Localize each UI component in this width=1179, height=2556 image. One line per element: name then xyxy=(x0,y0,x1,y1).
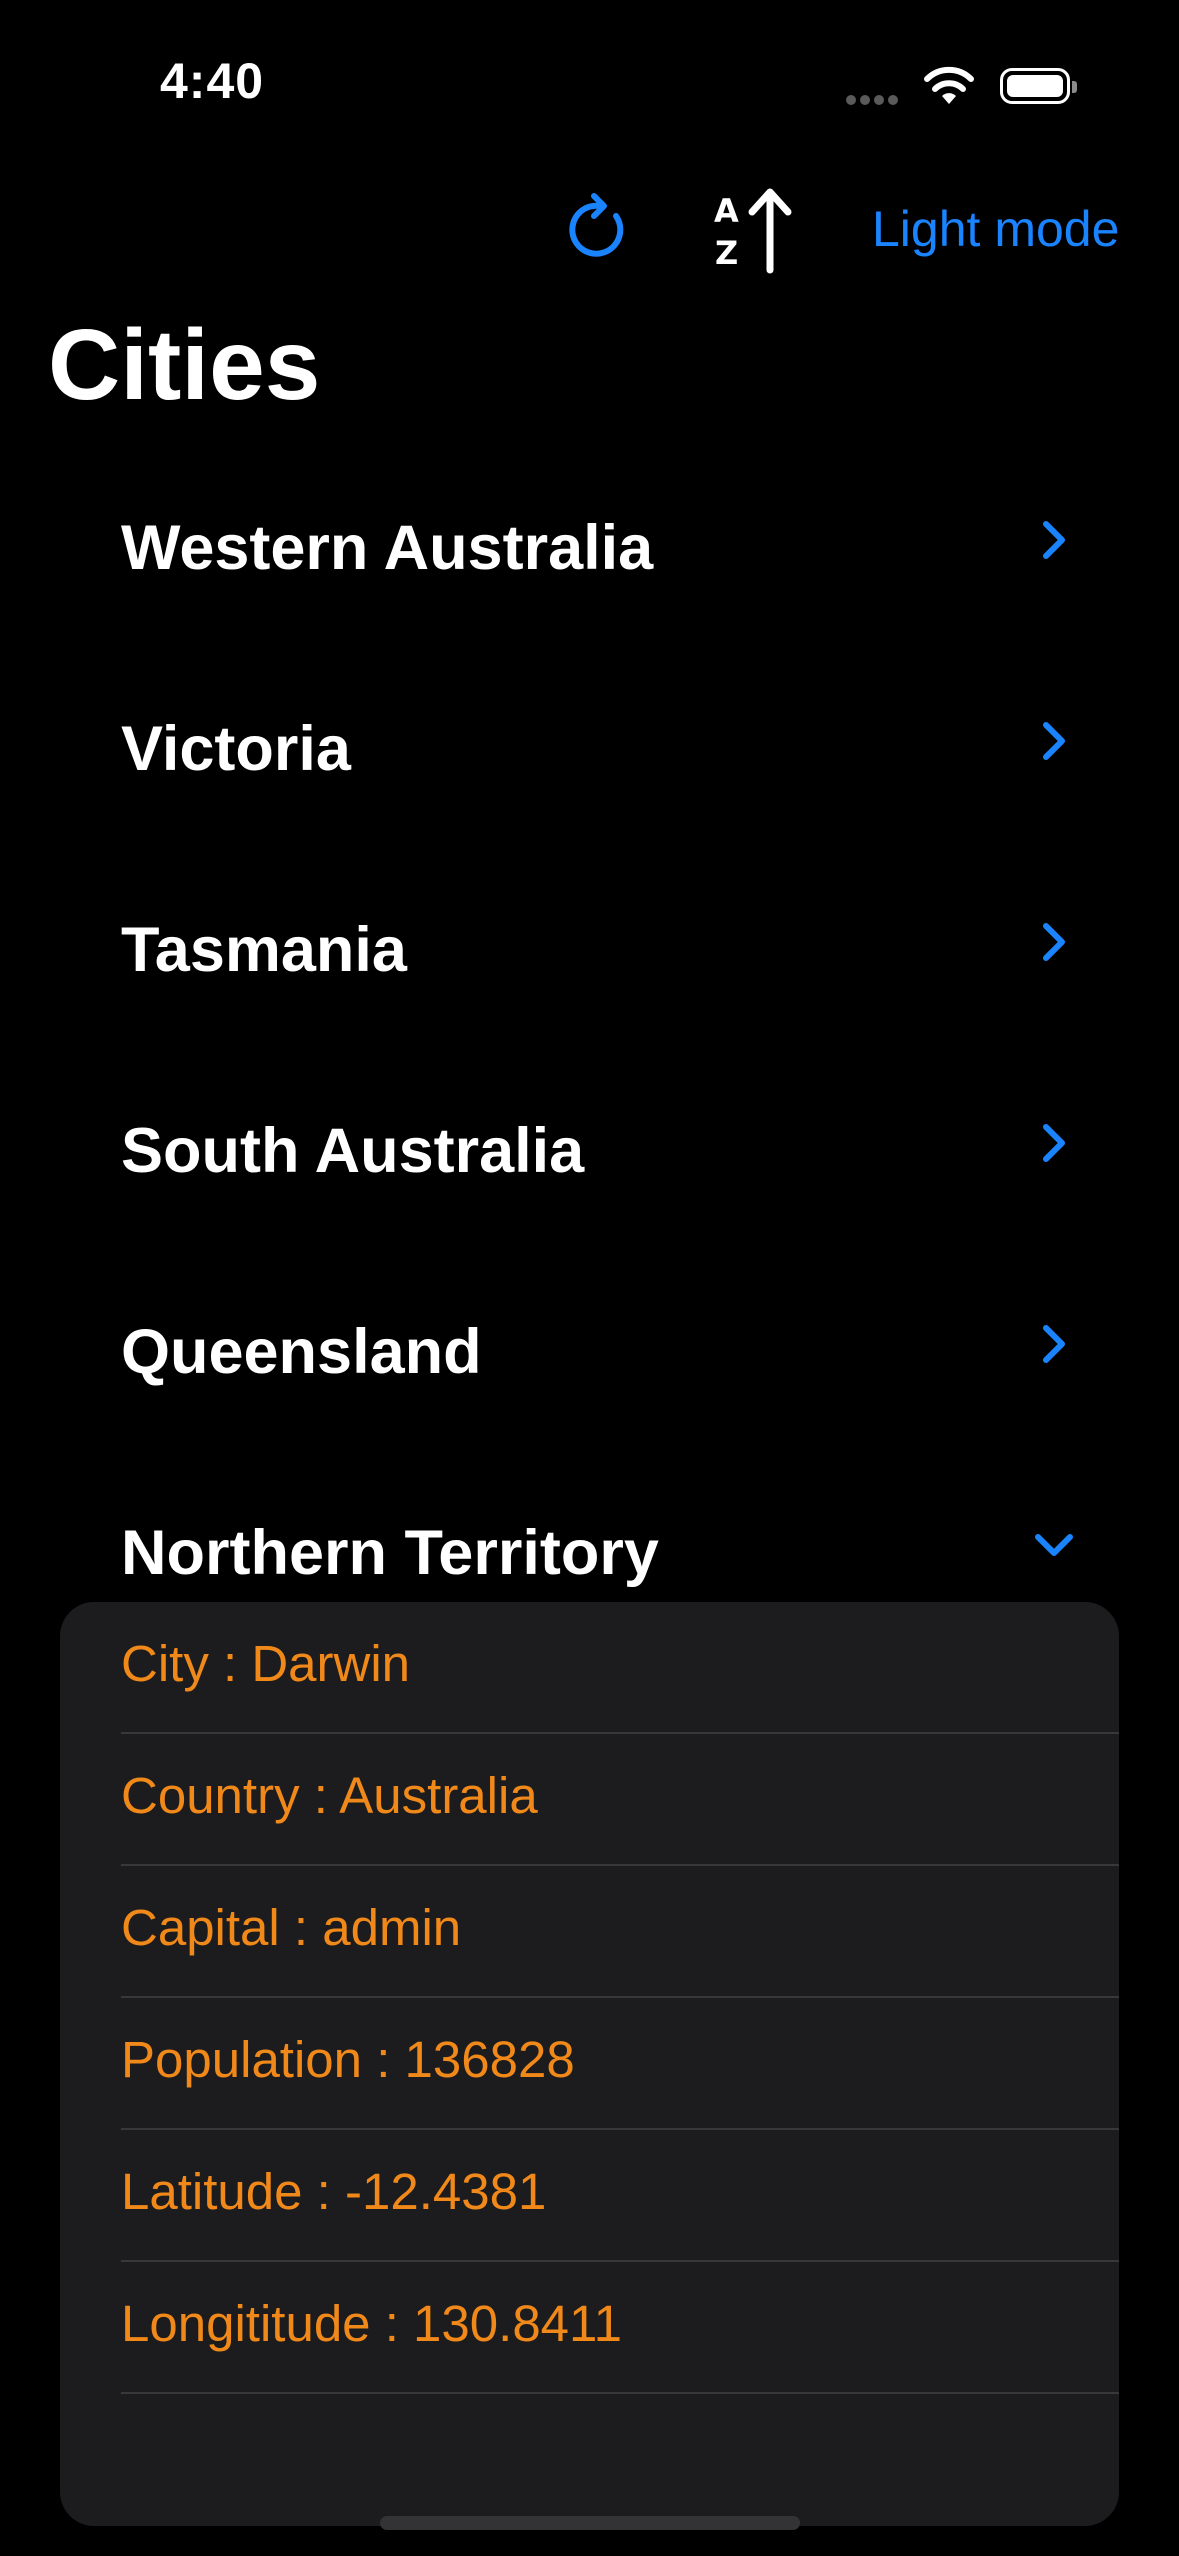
status-time: 4:40 xyxy=(160,53,265,109)
region-label: Northern Territory xyxy=(121,1518,659,1588)
detail-row-capital: Capital : admin xyxy=(121,1866,1119,1998)
detail-row-country: Country : Australia xyxy=(121,1734,1119,1866)
page-title: Cities xyxy=(48,309,321,421)
detail-row-longitude: Longititude : 130.8411 xyxy=(121,2262,1119,2394)
region-row-western-australia[interactable]: Western Australia xyxy=(0,480,1179,600)
chevron-down-icon xyxy=(1035,1534,1073,1556)
refresh-button[interactable] xyxy=(560,190,640,270)
region-label: Queensland xyxy=(121,1317,482,1387)
detail-text: City : Darwin xyxy=(121,1635,411,1692)
battery-icon xyxy=(1000,68,1077,104)
svg-text:A: A xyxy=(714,192,739,230)
status-bar: 4:40 xyxy=(0,0,1179,150)
light-mode-button[interactable]: Light mode xyxy=(872,200,1119,258)
cellular-dots-icon xyxy=(846,92,902,110)
toolbar: A Z Light mode xyxy=(0,180,1179,280)
region-row-victoria[interactable]: Victoria xyxy=(0,681,1179,801)
region-label: Tasmania xyxy=(121,915,407,985)
detail-text: Longititude : 130.8411 xyxy=(121,2295,622,2352)
detail-text: Country : Australia xyxy=(121,1767,538,1824)
sort-az-ascending-icon: A Z xyxy=(714,188,792,274)
region-row-northern-territory[interactable]: Northern Territory xyxy=(0,1485,1179,1605)
wifi-icon xyxy=(922,64,976,111)
city-detail-card: City : Darwin Country : Australia Capita… xyxy=(60,1602,1119,2526)
detail-row-city: City : Darwin xyxy=(121,1602,1119,1734)
detail-row-latitude: Latitude : -12.4381 xyxy=(121,2130,1119,2262)
chevron-right-icon xyxy=(1043,722,1065,760)
detail-text: Capital : admin xyxy=(121,1899,462,1956)
chevron-right-icon xyxy=(1043,521,1065,559)
region-row-tasmania[interactable]: Tasmania xyxy=(0,882,1179,1002)
home-indicator[interactable] xyxy=(380,2516,800,2530)
region-row-queensland[interactable]: Queensland xyxy=(0,1284,1179,1404)
region-row-south-australia[interactable]: South Australia xyxy=(0,1083,1179,1203)
region-label: Western Australia xyxy=(121,513,654,583)
detail-text: Latitude : -12.4381 xyxy=(121,2163,547,2220)
sort-button[interactable]: A Z xyxy=(712,184,798,274)
chevron-right-icon xyxy=(1043,1124,1065,1162)
detail-row-population: Population : 136828 xyxy=(121,1998,1119,2130)
region-label: Victoria xyxy=(121,714,351,784)
svg-text:Z: Z xyxy=(715,234,738,272)
chevron-right-icon xyxy=(1043,923,1065,961)
chevron-right-icon xyxy=(1043,1325,1065,1363)
detail-text: Population : 136828 xyxy=(121,2031,575,2088)
refresh-icon xyxy=(569,193,624,257)
region-label: South Australia xyxy=(121,1116,585,1186)
